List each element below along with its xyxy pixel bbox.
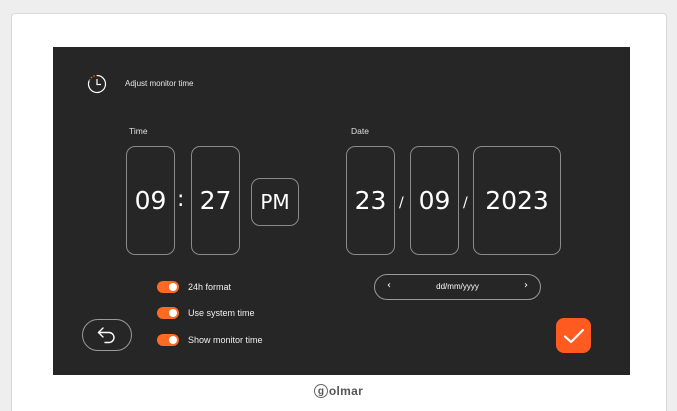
date-label: Date [351,126,369,136]
month-picker[interactable]: 09 [410,146,459,255]
toggle-show-monitor-time[interactable] [157,334,179,346]
brand-logo-mark: g [313,384,328,398]
brand-logo: g olmar [0,380,677,402]
hours-picker[interactable]: 09 [126,146,175,255]
clock-icon [87,74,107,94]
monitor-screen: Adjust monitor time Time Date 09 : 27 PM… [53,47,630,375]
toggle-use-system-time-label: Use system time [188,308,255,318]
minutes-picker[interactable]: 27 [191,146,240,255]
date-format-selector[interactable]: ‹ dd/mm/yyyy › [374,274,541,300]
ampm-picker[interactable]: PM [251,178,299,226]
confirm-button[interactable] [556,318,591,353]
day-picker[interactable]: 23 [346,146,395,255]
back-button[interactable] [82,319,132,351]
toggle-show-monitor-time-label: Show monitor time [188,335,263,345]
time-separator: : [177,187,185,212]
date-format-value: dd/mm/yyyy [436,282,479,291]
chevron-right-icon[interactable]: › [524,280,528,291]
page-title: Adjust monitor time [125,79,194,88]
date-separator-2: / [463,195,468,211]
checkmark-icon [563,328,584,343]
toggle-24h-format[interactable] [157,281,179,293]
brand-logo-text: olmar [328,384,364,398]
year-picker[interactable]: 2023 [473,146,561,255]
date-separator-1: / [399,195,404,211]
back-arrow-icon [97,327,115,344]
toggle-24h-format-label: 24h format [188,282,232,292]
toggle-use-system-time[interactable] [157,307,179,319]
time-label: Time [129,126,148,136]
